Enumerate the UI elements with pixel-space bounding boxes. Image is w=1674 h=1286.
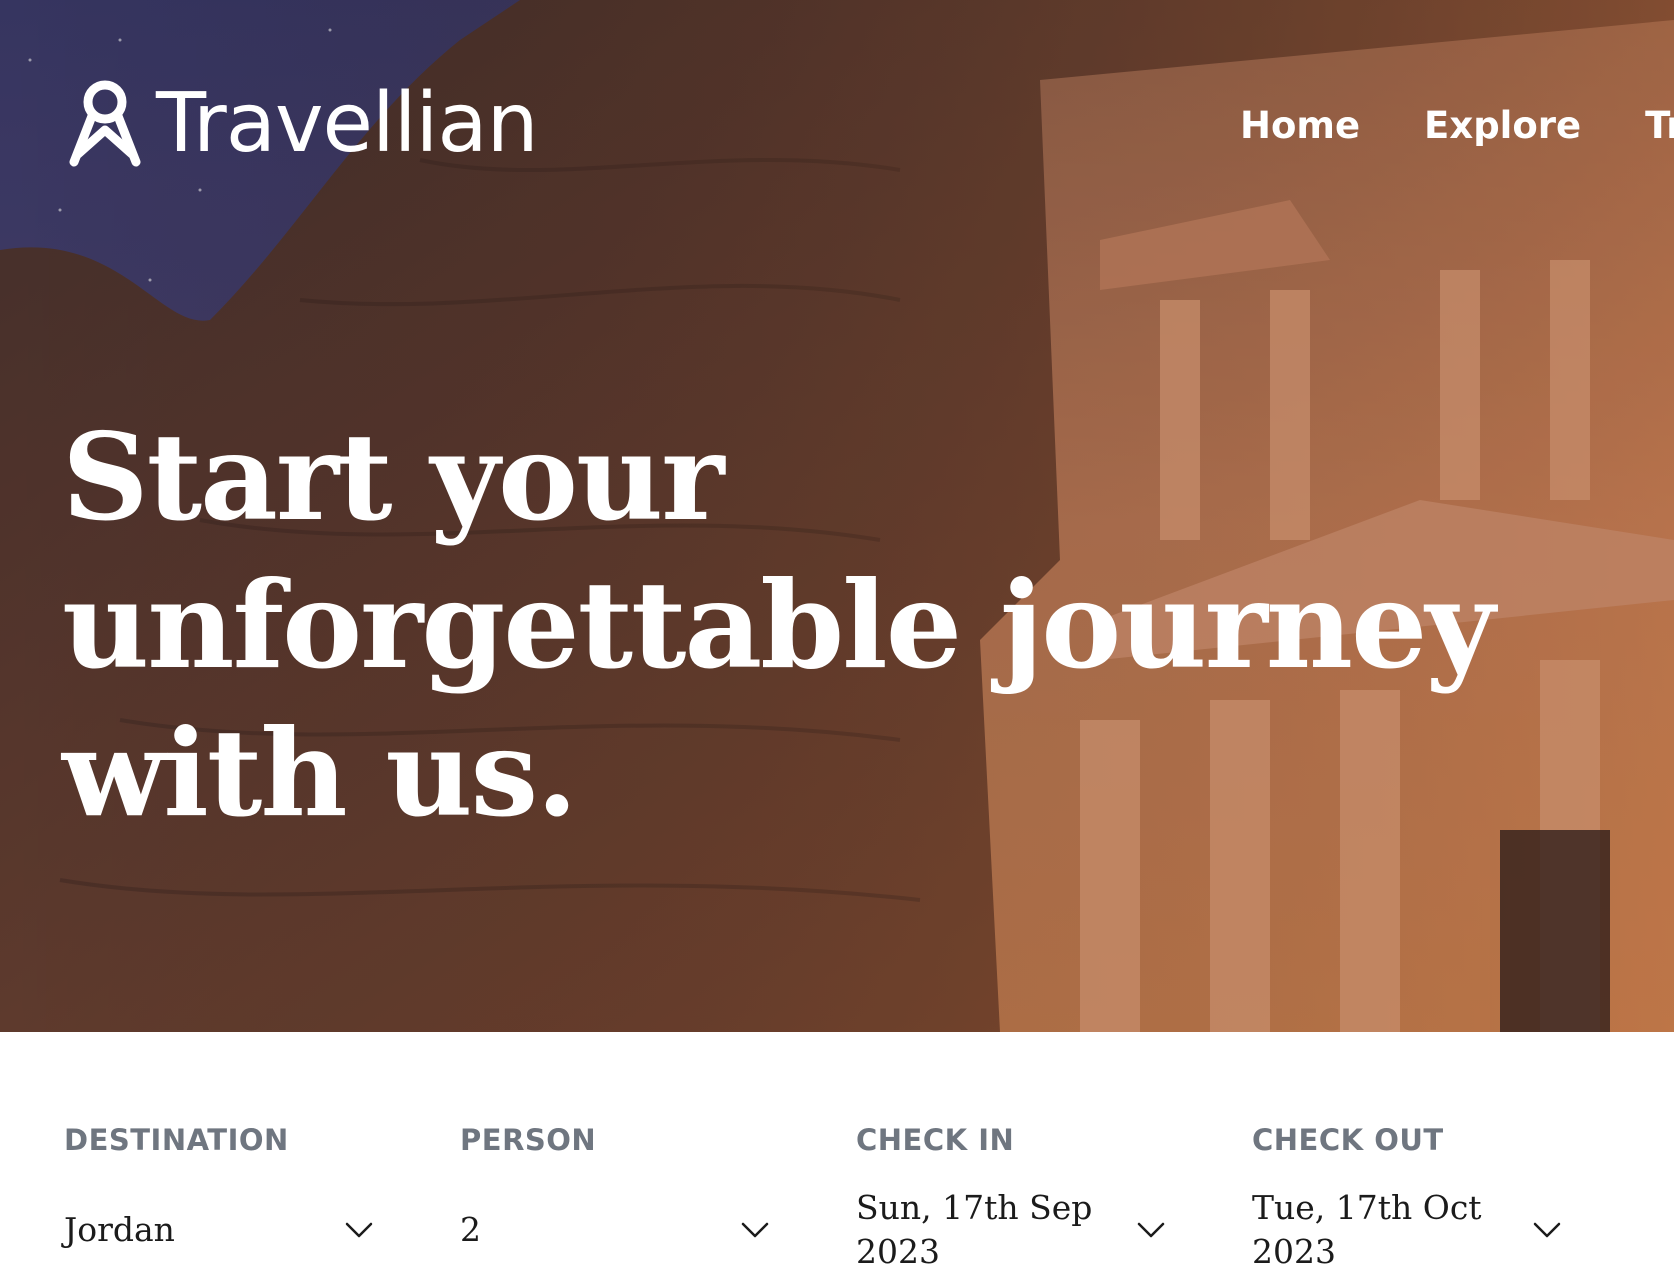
page: Travellian Home Explore Tra Start your u… <box>0 0 1674 1286</box>
chevron-down-icon[interactable] <box>344 1218 374 1242</box>
destination-label: DESTINATION <box>64 1123 289 1157</box>
nav-link-explore[interactable]: Explore <box>1424 102 1581 150</box>
person-label: PERSON <box>460 1123 597 1157</box>
check-out-value: Tue, 17th Oct 2023 <box>1252 1188 1482 1271</box>
nav-link-travel[interactable]: Tra <box>1645 102 1674 150</box>
pin-knot-logo-icon <box>69 80 141 167</box>
brand-name: Travellian <box>156 76 539 171</box>
check-out-field: CHECK OUT Tue, 17th Oct 2023 <box>1252 1122 1562 1280</box>
hero-section: Travellian Home Explore Tra Start your u… <box>0 0 1674 1032</box>
brand-logo[interactable]: Travellian <box>64 76 539 171</box>
hero-headline: Start your unforgettable journey with us… <box>62 407 1495 844</box>
check-in-field: CHECK IN Sun, 17th Sep 2023 <box>856 1122 1166 1280</box>
chevron-down-icon[interactable] <box>1136 1218 1166 1242</box>
chevron-down-icon[interactable] <box>1532 1218 1562 1242</box>
destination-field: DESTINATION Jordan <box>64 1122 374 1280</box>
check-in-label: CHECK IN <box>856 1123 1015 1157</box>
main-nav: Home Explore Tra <box>1240 102 1674 150</box>
check-out-select[interactable]: Tue, 17th Oct 2023 <box>1252 1180 1562 1280</box>
check-in-select[interactable]: Sun, 17th Sep 2023 <box>856 1180 1166 1280</box>
destination-value: Jordan <box>64 1210 175 1249</box>
check-in-value: Sun, 17th Sep 2023 <box>856 1188 1093 1271</box>
destination-select[interactable]: Jordan <box>64 1180 374 1280</box>
booking-bar: DESTINATION Jordan PERSON 2 CHECK IN Sun… <box>0 1032 1674 1286</box>
person-select[interactable]: 2 <box>460 1180 770 1280</box>
check-out-label: CHECK OUT <box>1252 1123 1444 1157</box>
chevron-down-icon[interactable] <box>740 1218 770 1242</box>
person-value: 2 <box>460 1210 481 1249</box>
nav-link-home[interactable]: Home <box>1240 102 1360 150</box>
person-field: PERSON 2 <box>460 1122 770 1280</box>
